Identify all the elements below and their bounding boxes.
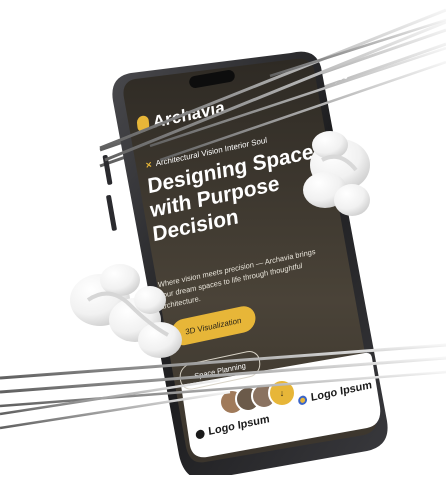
phone-mockup: ↓ Archavia ✕ Architectural Vision Interi… — [95, 45, 395, 475]
space-planning-button[interactable]: Space Planning — [178, 348, 262, 392]
logo-icon — [195, 428, 206, 440]
partner-logo: Logo Ipsum — [297, 379, 372, 407]
hero-headline: Designing Spaces with Purpose Decision — [146, 137, 326, 247]
pencil-ruler-icon: ✕ — [145, 159, 153, 171]
hero-body: Where vision meets precision — Archavia … — [157, 246, 316, 312]
brand-mark-icon — [136, 114, 150, 134]
logo-icon — [297, 394, 308, 406]
grid-menu-icon[interactable] — [334, 75, 349, 92]
mockup-stage: ↓ Archavia ✕ Architectural Vision Interi… — [0, 0, 446, 484]
brand-name[interactable]: Archavia — [152, 98, 226, 133]
website-screen: Archavia ✕ Architectural Vision Interior… — [129, 38, 388, 445]
visualization-button[interactable]: 3D Visualization — [169, 303, 257, 348]
